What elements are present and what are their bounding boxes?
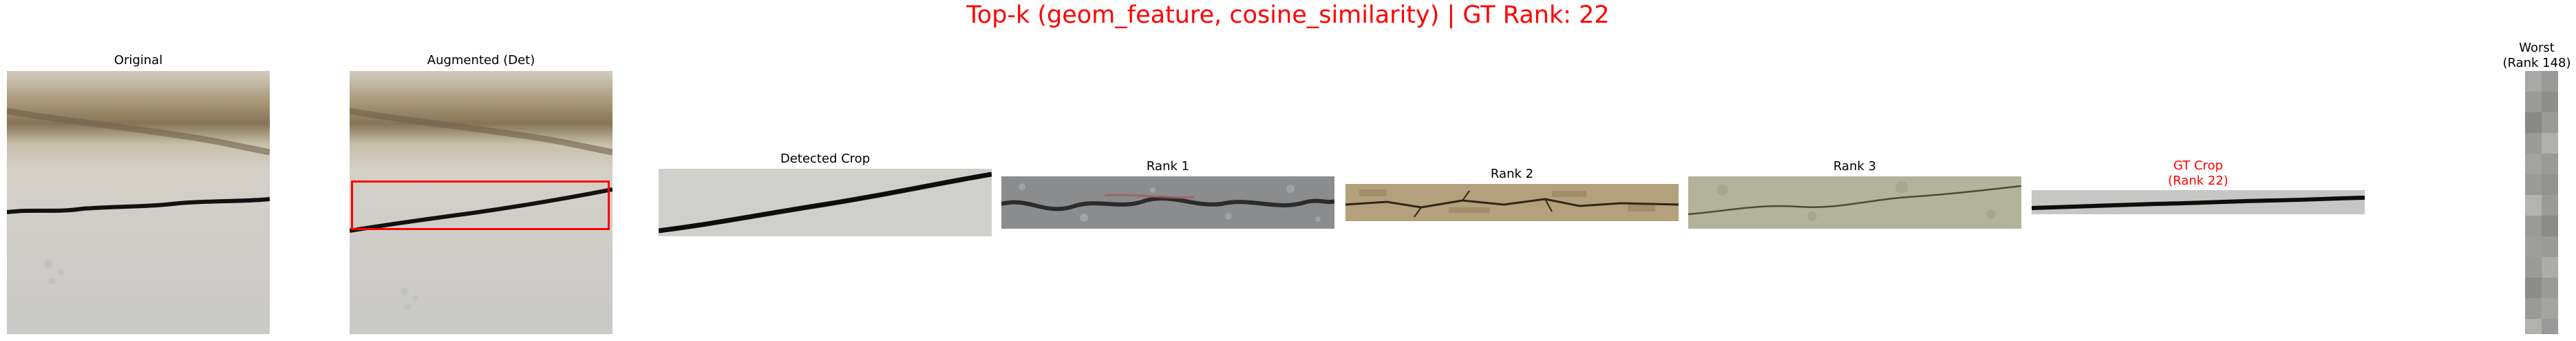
worst-label: Worst (Rank 148) (2502, 41, 2571, 70)
figure-title: Top-k (geom_feature, cosine_similarity) … (966, 1, 1610, 29)
detected-crop-label: Detected Crop (780, 152, 871, 166)
original-label: Original (114, 53, 163, 68)
worst-image (2525, 71, 2558, 334)
rank1-label: Rank 1 (1146, 159, 1190, 174)
rank3-image (1688, 176, 2021, 229)
augmented-label: Augmented (Det) (427, 53, 535, 68)
gt-crop-image (2032, 190, 2365, 214)
gt-crop-label: GT Crop (Rank 22) (2168, 158, 2228, 188)
rank1-image (1001, 176, 1334, 229)
detection-box (351, 180, 610, 230)
rank3-label: Rank 3 (1833, 159, 1877, 174)
rank2-label: Rank 2 (1490, 167, 1534, 181)
original-image (7, 71, 270, 334)
rank2-image (1345, 184, 1679, 221)
detected-crop-image (659, 169, 992, 236)
